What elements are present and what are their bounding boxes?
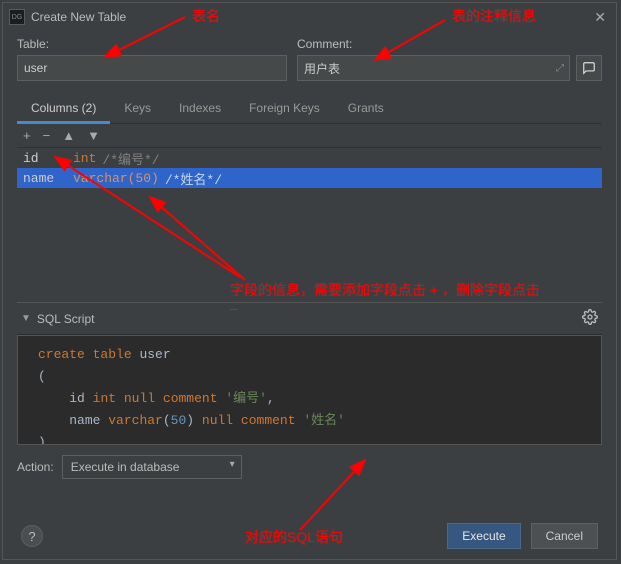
chevron-down-icon: ▼ xyxy=(21,313,31,324)
tab-indexes[interactable]: Indexes xyxy=(165,95,235,123)
column-comment: /*姓名*/ xyxy=(165,169,222,188)
gear-icon[interactable] xyxy=(582,309,598,328)
sql-ident: user xyxy=(139,347,170,362)
column-comment: /*编号*/ xyxy=(102,149,159,168)
titlebar: DG Create New Table ✕ xyxy=(3,3,616,31)
close-icon[interactable]: ✕ xyxy=(590,9,610,26)
tabs: Columns (2) Keys Indexes Foreign Keys Gr… xyxy=(17,95,602,124)
column-type: int xyxy=(73,151,96,166)
app-icon: DG xyxy=(9,9,25,25)
column-row[interactable]: name varchar(50) /*姓名*/ xyxy=(17,168,602,188)
action-select[interactable]: Execute in database xyxy=(62,455,242,479)
tab-foreign-keys[interactable]: Foreign Keys xyxy=(235,95,334,123)
column-name: name xyxy=(23,171,73,186)
move-up-button[interactable]: ▲ xyxy=(62,128,75,143)
comment-label: Comment: xyxy=(297,37,602,51)
sql-editor[interactable]: create table user ( id int null comment … xyxy=(17,335,602,445)
sql-script-header[interactable]: ▼ SQL Script xyxy=(17,302,602,335)
columns-toolbar: + − ▲ ▼ xyxy=(17,124,602,148)
expand-icon[interactable]: ⤢ xyxy=(552,56,568,80)
sql-kw: create table xyxy=(38,347,132,362)
tab-keys[interactable]: Keys xyxy=(110,95,165,123)
column-type: varchar(50) xyxy=(73,171,159,186)
create-table-dialog: DG Create New Table ✕ Table: Comment: ⤢ xyxy=(2,2,617,560)
tab-grants[interactable]: Grants xyxy=(334,95,398,123)
action-label: Action: xyxy=(17,460,54,474)
cancel-button[interactable]: Cancel xyxy=(531,523,598,549)
tab-columns[interactable]: Columns (2) xyxy=(17,95,110,124)
sql-script-title: SQL Script xyxy=(37,312,582,326)
comment-input[interactable] xyxy=(297,55,570,81)
move-down-button[interactable]: ▼ xyxy=(87,128,100,143)
window-title: Create New Table xyxy=(31,10,590,24)
column-row[interactable]: id int /*编号*/ xyxy=(17,148,602,168)
table-label: Table: xyxy=(17,37,287,51)
add-column-button[interactable]: + xyxy=(23,128,31,143)
table-name-input[interactable] xyxy=(17,55,287,81)
sql-paren: ) xyxy=(22,432,597,445)
sql-paren: ( xyxy=(22,366,597,388)
execute-button[interactable]: Execute xyxy=(447,523,520,549)
columns-list: id int /*编号*/ name varchar(50) /*姓名*/ xyxy=(17,148,602,298)
remove-column-button[interactable]: − xyxy=(43,128,51,143)
chat-icon[interactable] xyxy=(576,55,602,81)
column-name: id xyxy=(23,151,73,166)
help-icon[interactable]: ? xyxy=(21,525,43,547)
